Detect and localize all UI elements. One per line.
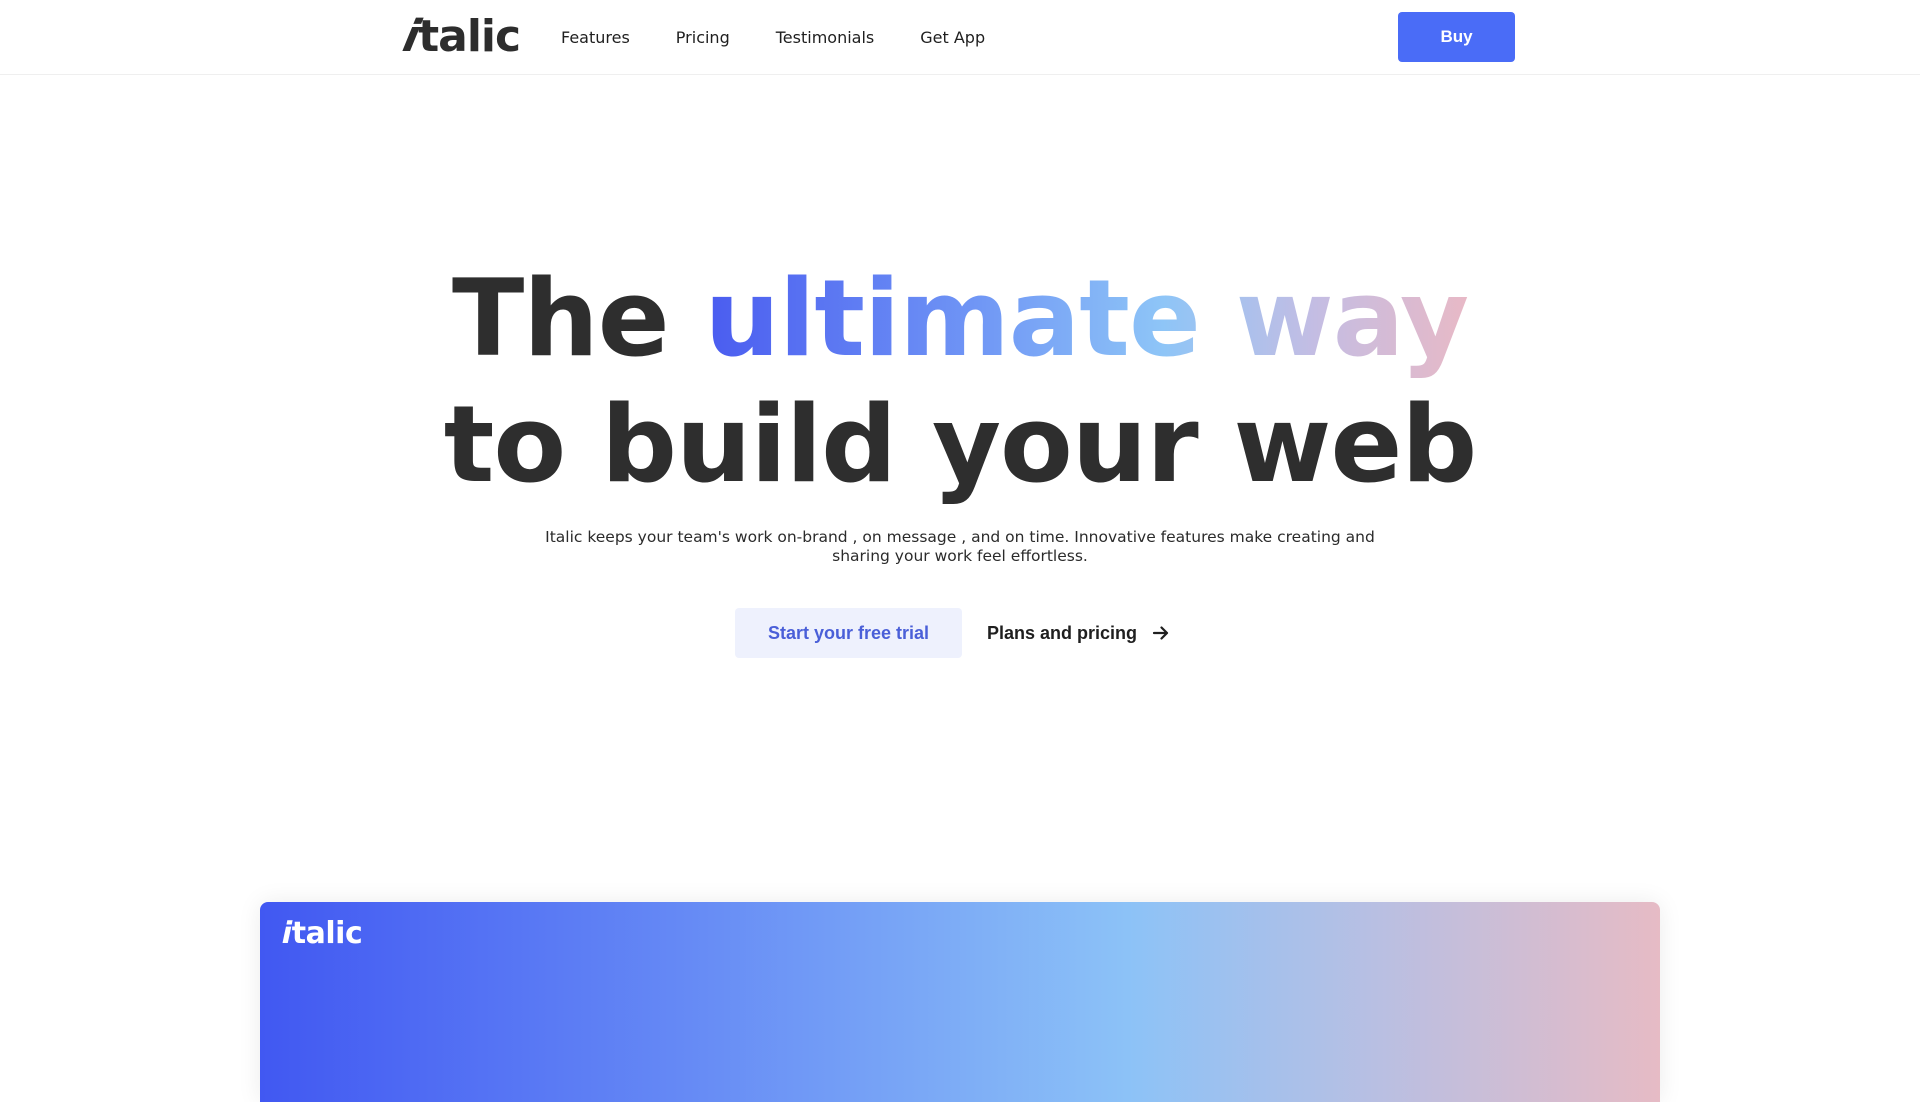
nav-link-get-app[interactable]: Get App — [920, 28, 985, 47]
preview-logo: italic — [278, 916, 363, 951]
hero-heading-plain: The — [451, 257, 705, 380]
buy-button[interactable]: Buy — [1398, 12, 1515, 62]
nav-link-features[interactable]: Features — [561, 28, 630, 47]
plans-and-pricing-link[interactable]: Plans and pricing — [987, 623, 1171, 644]
nav-link-testimonials[interactable]: Testimonials — [776, 28, 875, 47]
hero-heading-line-1: The ultimate way — [0, 256, 1920, 382]
plans-and-pricing-label: Plans and pricing — [987, 622, 1138, 643]
brand-logo[interactable]: italic — [399, 11, 521, 62]
nav-link-pricing[interactable]: Pricing — [676, 28, 730, 47]
arrow-right-icon — [1151, 623, 1171, 643]
hero-heading: The ultimate way to build your web — [0, 256, 1920, 508]
hero-heading-line-2: to build your web — [443, 383, 1477, 506]
hero-heading-gradient: ultimate way — [704, 257, 1470, 380]
main-nav: Features Pricing Testimonials Get App — [561, 25, 985, 50]
start-free-trial-button[interactable]: Start your free trial — [735, 608, 962, 658]
app-preview-card: italic — [260, 902, 1660, 1102]
preview-logo-wordmark: talic — [291, 916, 363, 951]
cta-row: Start your free trial Plans and pricing — [735, 608, 1171, 658]
hero-subtitle: Italic keeps your team's work on-brand ,… — [545, 528, 1375, 565]
top-navbar: italic Features Pricing Testimonials Get… — [0, 0, 1920, 75]
logo-wordmark: talic — [418, 11, 521, 62]
